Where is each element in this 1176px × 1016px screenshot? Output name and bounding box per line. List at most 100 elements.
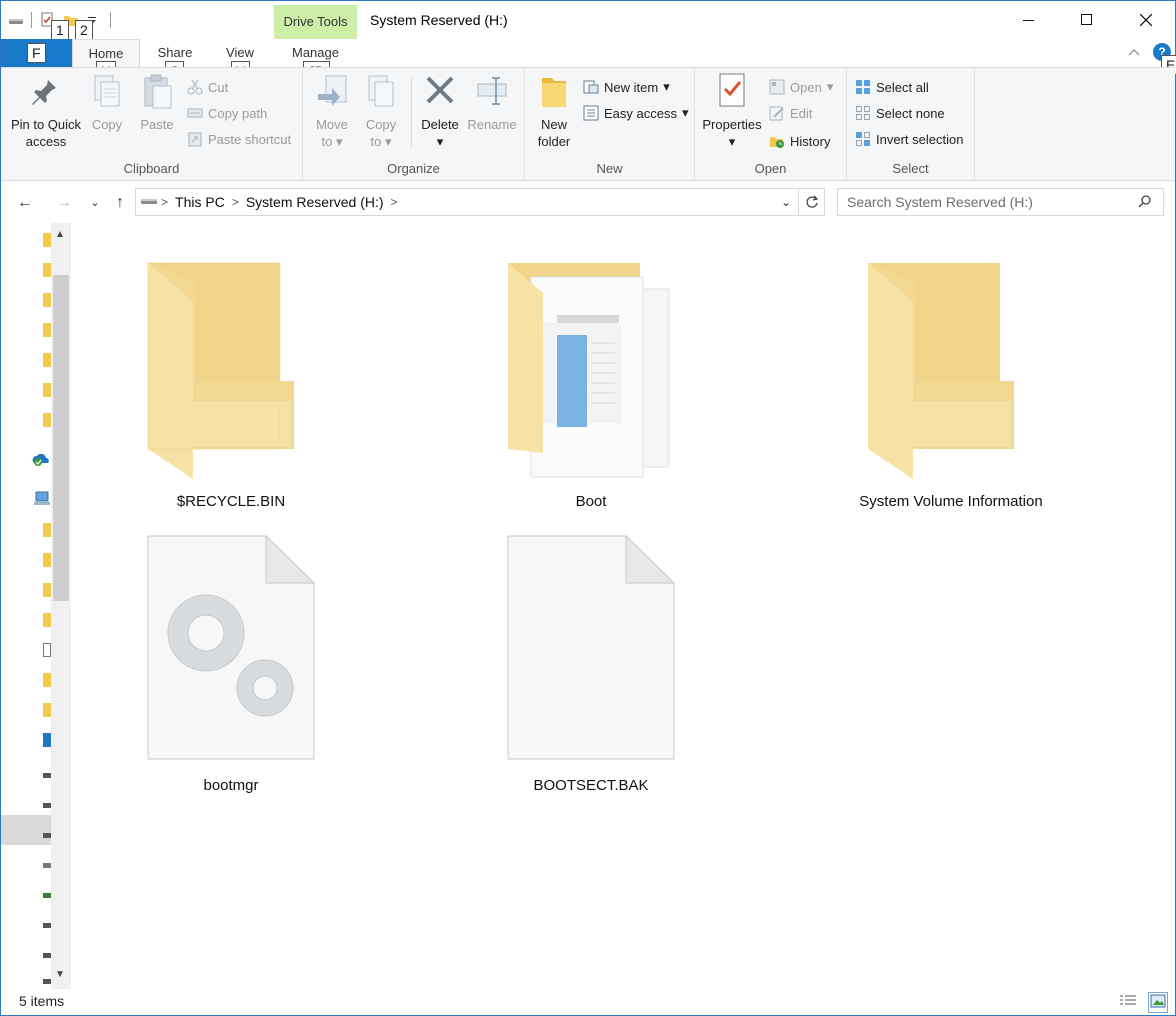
copy-label: Copy [91, 117, 123, 132]
copy-path-button[interactable]: Copy path [187, 102, 267, 124]
nav-scrollbar[interactable]: ▲ ▼ [51, 223, 71, 989]
new-item-button[interactable]: New item ▾ [583, 76, 670, 98]
move-to-label-2: to [321, 134, 333, 149]
breadcrumb-this-pc[interactable]: This PC [171, 194, 229, 210]
folder-icon[interactable] [43, 553, 51, 567]
folder-icon[interactable] [43, 353, 51, 367]
forward-button[interactable]: → [53, 192, 75, 214]
breadcrumb-separator[interactable]: > [158, 195, 171, 209]
invert-selection-label: Invert selection [876, 131, 964, 147]
scroll-up-icon[interactable]: ▲ [55, 229, 65, 240]
organize-group: Move to ▾ Copy to ▾ Delete ▾ Rename Orga… [303, 68, 525, 180]
details-view-icon[interactable] [1119, 993, 1137, 1012]
clipboard-group-label: Clipboard [123, 161, 180, 176]
delete-icon [422, 72, 458, 112]
copy-button[interactable]: Copy [87, 72, 127, 133]
drive-icon[interactable] [43, 863, 51, 868]
minimize-button[interactable] [1000, 1, 1058, 39]
open-label: Open [790, 79, 822, 95]
properties-button[interactable]: Properties ▾ [699, 72, 765, 150]
paste-shortcut-button[interactable]: Paste shortcut [187, 128, 291, 150]
folder-icon[interactable] [43, 293, 51, 307]
forward-arrow-icon: → [56, 194, 72, 211]
list-item[interactable]: bootmgr [121, 535, 341, 795]
drive-icon[interactable] [43, 979, 51, 984]
window-title: System Reserved (H:) [370, 12, 508, 28]
folder-icon[interactable] [43, 413, 51, 427]
folder-icon[interactable] [43, 523, 51, 537]
edit-label: Edit [790, 105, 813, 121]
drive-icon[interactable] [43, 773, 51, 778]
pin-label-line1: Pin to Quick [10, 117, 82, 132]
breadcrumb-separator[interactable]: > [229, 195, 242, 209]
new-item-icon [583, 79, 599, 95]
folder-icon[interactable] [43, 383, 51, 397]
folder-icon[interactable] [43, 263, 51, 277]
open-group: Properties ▾ Open ▾ Edit History Open [695, 68, 847, 180]
folder-icon [868, 263, 1014, 479]
easy-access-button[interactable]: Easy access ▾ [583, 102, 689, 124]
keytip-1: 1 [51, 20, 69, 40]
move-to-button[interactable]: Move to ▾ [309, 72, 355, 150]
drive-icon [136, 194, 158, 211]
copy-icon [89, 72, 125, 112]
folder-icon[interactable] [43, 673, 51, 687]
address-dropdown-icon[interactable]: ⌄ [774, 195, 798, 209]
edit-button[interactable]: Edit [769, 102, 812, 124]
recent-locations-button[interactable]: ⌄ [84, 192, 106, 214]
invert-selection-button[interactable]: Invert selection [855, 128, 963, 150]
qat-divider [110, 12, 111, 28]
breadcrumb-system-reserved[interactable]: System Reserved (H:) [242, 194, 388, 210]
address-bar[interactable]: > This PC > System Reserved (H:) > ⌄ [135, 188, 825, 216]
up-button[interactable]: ↑ [109, 192, 131, 214]
windows-drive-icon[interactable] [43, 733, 51, 747]
up-arrow-icon: ↑ [116, 194, 124, 211]
list-item[interactable]: BOOTSECT.BAK [481, 535, 701, 795]
nav-selected-item[interactable] [1, 815, 51, 845]
file-tab[interactable]: F [1, 39, 72, 67]
new-group-label: New [596, 161, 623, 176]
pin-icon [28, 72, 64, 112]
copy-to-button[interactable]: Copy to ▾ [359, 72, 403, 150]
close-button[interactable] [1117, 1, 1175, 39]
search-input[interactable]: Search System Reserved (H:) [837, 188, 1164, 216]
delete-button[interactable]: Delete ▾ [415, 72, 465, 150]
rename-button[interactable]: Rename [465, 72, 519, 133]
drive-icon[interactable] [43, 803, 51, 808]
scroll-down-icon[interactable]: ▼ [55, 969, 65, 980]
folder-icon[interactable] [43, 323, 51, 337]
list-item[interactable]: $RECYCLE.BIN [121, 253, 341, 513]
folder-icon[interactable] [43, 583, 51, 597]
breadcrumb-separator[interactable]: > [388, 195, 401, 209]
drive-icon[interactable] [43, 953, 51, 958]
list-item[interactable]: System Volume Information [841, 253, 1061, 513]
drive-icon[interactable] [43, 893, 51, 898]
cut-button[interactable]: Cut [187, 76, 228, 98]
nav-scrollbar-thumb[interactable] [53, 275, 69, 601]
new-folder-button[interactable]: New folder [531, 72, 577, 150]
folder-icon[interactable] [43, 613, 51, 627]
collapse-ribbon-icon[interactable] [1127, 45, 1141, 60]
drive-icon[interactable] [43, 923, 51, 928]
history-button[interactable]: History [769, 130, 830, 152]
list-item[interactable]: Boot [481, 253, 701, 513]
navigation-bar: ← → ⌄ ↑ > This PC > System Reserved (H:)… [1, 182, 1175, 222]
this-pc-icon[interactable] [33, 491, 51, 510]
refresh-button[interactable] [798, 189, 824, 215]
drive-tools-context-tab[interactable]: Drive Tools [274, 5, 357, 39]
back-button[interactable]: ← [14, 192, 36, 214]
drive-icon[interactable] [43, 833, 51, 838]
tab-share-label: Share [157, 45, 193, 60]
select-all-button[interactable]: Select all [855, 76, 929, 98]
onedrive-icon[interactable] [31, 451, 51, 470]
paste-button[interactable]: Paste [135, 72, 179, 133]
pin-quick-access-button[interactable]: Pin to Quick access [5, 72, 87, 150]
large-icons-view-icon[interactable] [1148, 992, 1168, 1013]
maximize-button[interactable] [1058, 1, 1116, 39]
pin-label-line2: access [25, 134, 67, 149]
folder-icon[interactable] [43, 703, 51, 717]
select-none-button[interactable]: Select none [855, 102, 945, 124]
open-button[interactable]: Open ▾ [769, 76, 833, 98]
folder-icon[interactable] [43, 233, 51, 247]
document-icon[interactable] [43, 643, 51, 657]
